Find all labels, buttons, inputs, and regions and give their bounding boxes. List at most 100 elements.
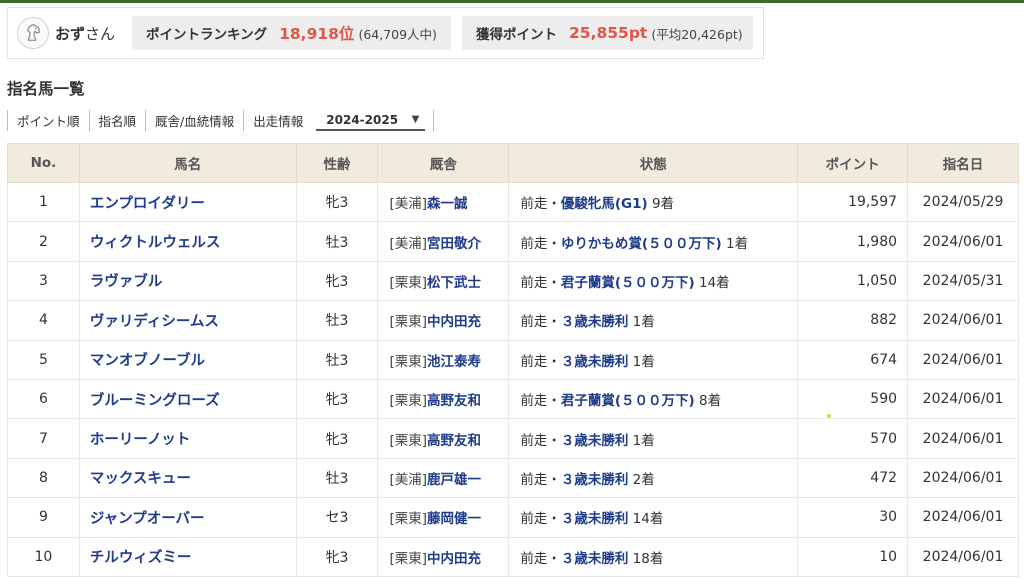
row-no: 10: [7, 536, 80, 577]
horse-name-cell: エンプロイダリー: [78, 181, 297, 223]
nomination-date: 2024/06/01: [907, 339, 1019, 380]
horse-name-link[interactable]: ホーリーノット: [90, 432, 190, 448]
trainer-link[interactable]: 鹿戸雄一: [427, 472, 481, 488]
status-prefix: 前走・: [520, 471, 561, 488]
sex-age: 牝3: [295, 536, 379, 577]
race-entry-info[interactable]: 出走情報: [243, 110, 312, 131]
horse-name-cell: マックスキュー: [78, 457, 297, 499]
points-cell: 590: [797, 378, 909, 420]
status-cell: 前走・３歳未勝利 2着: [508, 457, 799, 499]
race-link[interactable]: ３歳未勝利: [561, 551, 629, 567]
trainer-link[interactable]: 森一誠: [427, 196, 468, 212]
horse-name-link[interactable]: ラヴァブル: [90, 274, 163, 290]
race-place: 1着: [628, 432, 655, 449]
section-title: 指名馬一覧: [7, 80, 85, 98]
trainer-link[interactable]: 藤岡健一: [427, 511, 481, 527]
race-link[interactable]: ３歳未勝利: [561, 354, 629, 370]
horse-name-link[interactable]: ブルーミングローズ: [90, 393, 220, 409]
table-row: 6 ブルーミングローズ 牝3 [栗東]高野友和 前走・君子蘭賞(５００万下) 8…: [7, 378, 1019, 420]
user-name: おずさん: [55, 23, 115, 44]
race-link[interactable]: ３歳未勝利: [561, 472, 629, 488]
horse-name-link[interactable]: マンオブノーブル: [90, 353, 205, 369]
race-link[interactable]: 君子蘭賞(５００万下): [561, 275, 695, 291]
horse-name-link[interactable]: チルウィズミー: [90, 550, 192, 566]
stable-area: [栗東]: [389, 550, 427, 567]
nomination-date: 2024/05/31: [907, 260, 1019, 302]
horse-name-link[interactable]: エンプロイダリー: [90, 196, 205, 212]
table-row: 1 エンプロイダリー 牝3 [美浦]森一誠 前走・優駿牝馬(G1) 9着 19,…: [7, 181, 1019, 223]
row-no: 4: [7, 300, 80, 341]
points-value: 25,855pt: [569, 24, 648, 42]
status-prefix: 前走・: [520, 550, 561, 567]
sex-age: 牝3: [295, 378, 379, 420]
horse-name-link[interactable]: ウィクトルウェルス: [90, 235, 221, 251]
row-no: 5: [7, 339, 80, 380]
status-cell: 前走・君子蘭賞(５００万下) 14着: [508, 260, 799, 302]
stable-area: [美浦]: [389, 471, 427, 488]
table-header-row: No. 馬名 性齢 厩舎 状態 ポイント 指名日: [7, 143, 1019, 183]
nomination-date: 2024/06/01: [907, 536, 1019, 577]
avatar[interactable]: [17, 17, 49, 49]
race-link[interactable]: ３歳未勝利: [561, 433, 629, 449]
status-prefix: 前走・: [520, 196, 561, 213]
stable-pedigree-info[interactable]: 厩舎/血統情報: [145, 110, 243, 131]
race-link[interactable]: ３歳未勝利: [561, 314, 629, 330]
race-link[interactable]: 君子蘭賞(５００万下): [561, 393, 695, 409]
season-select[interactable]: 2024-2025 ▼: [316, 110, 426, 131]
header-points: ポイント: [797, 143, 909, 183]
stable-area: [美浦]: [389, 196, 427, 213]
horse-name-cell: ウィクトルウェルス: [78, 221, 297, 262]
trainer-link[interactable]: 中内田充: [427, 551, 481, 567]
horse-name-link[interactable]: ジャンプオーバー: [90, 511, 205, 527]
nomination-date: 2024/06/01: [907, 378, 1019, 420]
race-link[interactable]: ３歳未勝利: [561, 511, 629, 527]
race-place: 14着: [694, 274, 730, 291]
header-stable: 厩舎: [377, 143, 510, 183]
status-cell: 前走・３歳未勝利 1着: [508, 339, 799, 380]
trainer-link[interactable]: 高野友和: [427, 393, 481, 409]
sex-age: 牝3: [295, 181, 379, 223]
status-cell: 前走・３歳未勝利 18着: [508, 536, 799, 577]
row-no: 3: [7, 260, 80, 302]
stable-area: [栗東]: [389, 393, 427, 410]
points-label: 獲得ポイント: [476, 27, 557, 43]
stable-area: [栗東]: [389, 274, 427, 291]
points-cell: 674: [797, 339, 909, 380]
status-prefix: 前走・: [520, 511, 561, 528]
stable-cell: [栗東]松下武士: [377, 260, 510, 302]
trainer-link[interactable]: 宮田敬介: [427, 236, 481, 252]
trainer-link[interactable]: 高野友和: [427, 433, 481, 449]
sort-by-points[interactable]: ポイント順: [7, 110, 89, 131]
nominated-horses-table: No. 馬名 性齢 厩舎 状態 ポイント 指名日 1 エンプロイダリー 牝3 […: [7, 143, 1019, 577]
sex-age: 牡3: [295, 221, 379, 262]
header-status: 状態: [508, 143, 799, 183]
points-cell: 1,980: [797, 221, 909, 262]
ranking-value: 18,918位: [279, 25, 355, 43]
sort-by-nomination[interactable]: 指名順: [88, 110, 146, 131]
sex-age: 牡3: [295, 339, 379, 380]
trainer-link[interactable]: 池江泰寿: [427, 354, 481, 370]
row-no: 7: [7, 418, 80, 459]
stable-area: [栗東]: [389, 353, 427, 370]
horse-name-cell: ラヴァブル: [78, 260, 297, 302]
points-cell: 570: [797, 418, 909, 459]
row-no: 8: [7, 457, 80, 499]
status-prefix: 前走・: [520, 432, 561, 449]
race-place: 18着: [628, 550, 664, 567]
horse-name-link[interactable]: マックスキュー: [90, 471, 191, 487]
horse-name-link[interactable]: ヴァリディシームス: [90, 314, 219, 330]
table-row: 4 ヴァリディシームス 牡3 [栗東]中内田充 前走・３歳未勝利 1着 882 …: [7, 300, 1019, 341]
header-sex-age: 性齢: [295, 143, 379, 183]
sex-age: 牡3: [295, 300, 379, 341]
status-prefix: 前走・: [520, 314, 561, 331]
horse-name-cell: ホーリーノット: [78, 418, 297, 459]
nomination-date: 2024/06/01: [907, 418, 1019, 459]
row-no: 6: [7, 378, 80, 420]
user-name-text: おず: [55, 25, 86, 43]
stable-cell: [栗東]中内田充: [377, 300, 510, 341]
trainer-link[interactable]: 中内田充: [427, 314, 481, 330]
horse-name-cell: マンオブノーブル: [78, 339, 297, 380]
race-link[interactable]: 優駿牝馬(G1): [561, 196, 648, 212]
race-link[interactable]: ゆりかもめ賞(５００万下): [561, 236, 722, 252]
trainer-link[interactable]: 松下武士: [427, 275, 481, 291]
